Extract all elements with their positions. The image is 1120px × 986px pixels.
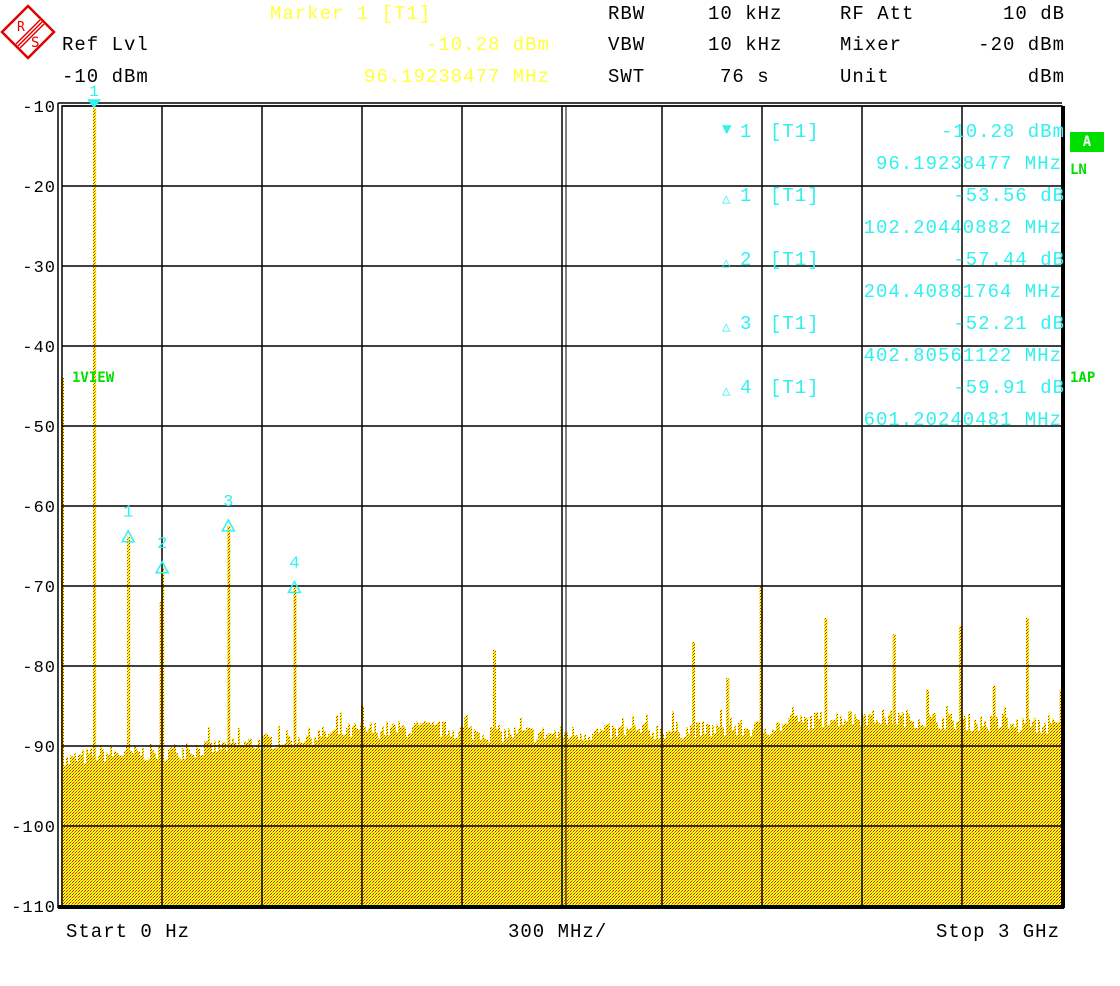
span-per-division: 300 MHz/ bbox=[508, 921, 608, 943]
spur-line bbox=[926, 690, 929, 906]
spur-line bbox=[93, 108, 97, 906]
spur-line bbox=[726, 678, 730, 906]
trace-a-badge: A bbox=[1070, 132, 1104, 152]
ap-indicator: 1AP bbox=[1070, 370, 1096, 386]
y-tick-label: -40 bbox=[22, 339, 56, 358]
marker-value: -57.44 dB bbox=[953, 249, 1065, 271]
marker-label: 1 bbox=[123, 504, 133, 523]
y-tick-labels: -10 -20 -30 -40 -50 -60 -70 -80 -90 -100 -110 bbox=[11, 99, 56, 918]
delta-marker-icon: △ bbox=[722, 256, 732, 272]
marker-trace: [T1] bbox=[770, 185, 820, 207]
spur-line bbox=[493, 650, 496, 906]
marker-frequency: 102.20440882 MHz bbox=[863, 217, 1062, 239]
marker-trace: [T1] bbox=[770, 249, 820, 271]
marker-value: -52.21 dB bbox=[953, 313, 1065, 335]
view-indicator: 1VIEW bbox=[72, 370, 115, 386]
y-tick-label: -80 bbox=[22, 659, 56, 678]
delta-marker-icon: △ bbox=[722, 192, 732, 208]
y-tick-label: -110 bbox=[11, 899, 56, 918]
marker-layer: 1 1 2 3 4 bbox=[87, 83, 302, 594]
marker-value: -10.28 dBm bbox=[940, 121, 1065, 143]
marker-frequency: 402.80561122 MHz bbox=[863, 345, 1062, 367]
spectrum-plot: -10 -20 -30 -40 -50 -60 -70 -80 -90 -100 -110 1 1 2 3… bbox=[11, 83, 1065, 918]
y-tick-label: -60 bbox=[22, 499, 56, 518]
marker-trace: [T1] bbox=[770, 121, 820, 143]
ln-indicator: LN bbox=[1070, 162, 1087, 178]
y-tick-label: -10 bbox=[22, 99, 56, 118]
y-tick-label: -90 bbox=[22, 739, 56, 758]
spur-line bbox=[127, 536, 131, 906]
noise-floor-area bbox=[62, 705, 1064, 906]
marker-number: 1 bbox=[740, 185, 753, 207]
main-marker-icon: ▼ bbox=[722, 121, 733, 139]
spur-line bbox=[992, 686, 996, 906]
y-tick-label: -20 bbox=[22, 179, 56, 198]
spur-line bbox=[824, 618, 828, 906]
marker-number: 3 bbox=[740, 313, 753, 335]
marker-frequency: 96.19238477 MHz bbox=[875, 153, 1062, 175]
marker-value: -53.56 dB bbox=[953, 185, 1065, 207]
delta-marker-icon: △ bbox=[722, 384, 732, 400]
spur-line bbox=[692, 642, 695, 906]
marker-trace: [T1] bbox=[770, 313, 820, 335]
spur-line bbox=[1026, 618, 1029, 906]
marker-trace: [T1] bbox=[770, 377, 820, 399]
spur-line bbox=[227, 525, 231, 906]
marker-number: 1 bbox=[740, 121, 753, 143]
marker-label: 2 bbox=[157, 535, 167, 554]
start-frequency: Start 0 Hz bbox=[66, 921, 191, 943]
y-tick-label: -100 bbox=[11, 819, 56, 838]
marker-number: 4 bbox=[740, 377, 753, 399]
marker-label: 1 bbox=[89, 83, 99, 101]
y-tick-label: -30 bbox=[22, 259, 56, 278]
marker-number: 2 bbox=[740, 249, 753, 271]
marker-frequency: 204.40881764 MHz bbox=[863, 281, 1062, 303]
marker-value: -59.91 dB bbox=[953, 377, 1065, 399]
y-tick-label: -50 bbox=[22, 419, 56, 438]
y-tick-label: -70 bbox=[22, 579, 56, 598]
delta-marker-icon: △ bbox=[722, 320, 732, 336]
marker-label: 3 bbox=[223, 493, 233, 512]
marker-frequency: 601.20240481 MHz bbox=[863, 409, 1062, 431]
marker-label: 4 bbox=[289, 555, 299, 574]
stop-frequency: Stop 3 GHz bbox=[935, 921, 1060, 943]
spur-line bbox=[892, 634, 896, 906]
